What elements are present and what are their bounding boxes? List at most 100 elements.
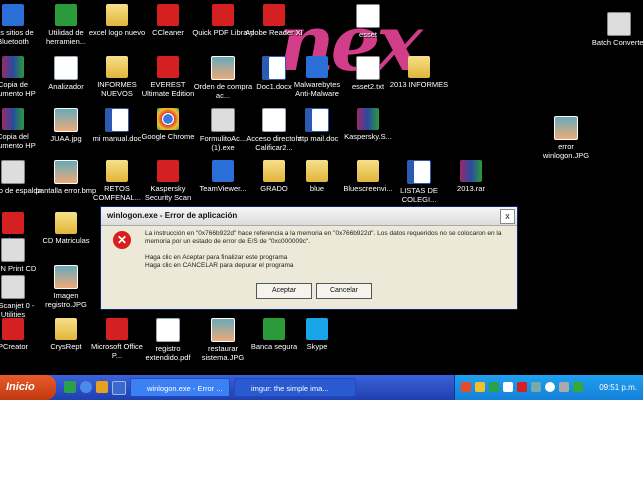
bank-icon	[263, 318, 285, 340]
taskbar: Inicio winlogon.exe - Error ... imgur: t…	[0, 375, 643, 400]
shortcut-icon	[262, 108, 286, 132]
everest-icon	[157, 56, 179, 78]
print-icon	[2, 212, 24, 234]
folder-icon	[106, 56, 128, 78]
chrome-icon	[157, 108, 179, 130]
desktop-icon-label: Batch Converter	[591, 38, 643, 47]
adobe-reader-icon	[263, 4, 285, 26]
folder-icon	[357, 160, 379, 182]
text-file-icon	[356, 4, 380, 28]
rar-icon	[2, 108, 24, 130]
tray-icon[interactable]	[503, 382, 513, 392]
desktop-icon-label: Kaspersky Security Scan	[144, 184, 192, 202]
folder-icon	[106, 4, 128, 26]
folder-icon	[408, 56, 430, 78]
system-tray: 09:51 p.m.	[454, 375, 643, 400]
show-desktop-icon[interactable]	[112, 381, 126, 395]
desktop-icon[interactable]: Kaspersky Security Scan	[137, 160, 199, 202]
desktop-icon[interactable]: EVEREST Ultimate Edition	[137, 56, 199, 98]
kaspersky-icon	[157, 160, 179, 182]
error-icon: ✕	[113, 231, 131, 249]
desktop-icon-label: EVEREST Ultimate Edition	[141, 80, 195, 98]
desktop-icon[interactable]: esset	[337, 4, 399, 39]
tray-icon[interactable]	[461, 382, 471, 392]
image-icon	[554, 116, 578, 140]
dialog-title: winlogon.exe - Error de aplicación	[101, 207, 517, 226]
volume-icon[interactable]	[559, 382, 569, 392]
desktop-icon[interactable]: Google Chrome	[137, 108, 199, 141]
scanner-icon	[1, 275, 25, 299]
utility-icon	[55, 4, 77, 26]
office-icon	[106, 318, 128, 340]
image-icon	[54, 108, 78, 132]
desktop-icon-label: Kaspersky.S...	[344, 132, 392, 141]
ok-button[interactable]: Aceptar	[256, 283, 312, 299]
app-icon	[1, 238, 25, 262]
pdf-icon	[212, 4, 234, 26]
dialog-hint-ok: Haga clic en Aceptar para finalizar este…	[145, 254, 288, 261]
task-imgur[interactable]: imgur: the simple ima...	[234, 378, 356, 397]
desktop-icon[interactable]: 2013.rar	[440, 160, 502, 193]
folder-icon	[263, 160, 285, 182]
desktop-icon[interactable]: registro extendido.pdf	[137, 318, 199, 362]
network-icon[interactable]	[573, 382, 583, 392]
desktop-icon[interactable]: 2013 INFORMES	[388, 56, 450, 89]
ie-icon[interactable]	[80, 381, 92, 393]
desktop-icon[interactable]: Batch Converter	[588, 12, 643, 47]
task-winlogon[interactable]: winlogon.exe - Error ...	[130, 378, 230, 397]
desktop-icon[interactable]: P Scanjet 0 - Utilities	[0, 275, 44, 319]
desktop-icon[interactable]: Skype	[286, 318, 348, 351]
pdf-file-icon	[156, 318, 180, 342]
tray-icon[interactable]	[489, 382, 499, 392]
word-doc-icon	[305, 108, 329, 132]
desktop-icon[interactable]: Kaspersky.S...	[337, 108, 399, 141]
tray-icon[interactable]	[545, 382, 555, 392]
desktop-icon-label: CCleaner	[152, 28, 184, 37]
exe-icon	[211, 108, 235, 132]
skype-icon	[306, 318, 328, 340]
word-doc-icon	[407, 160, 431, 184]
dialog-hint-cancel: Haga clic en CANCELAR para depurar el pr…	[145, 262, 294, 269]
desktop-icon-label: Skype	[306, 342, 328, 351]
image-icon	[54, 265, 78, 289]
bluetooth-icon	[2, 4, 24, 26]
folder-icon	[106, 160, 128, 182]
desktop-icon-label: error winlogon.JPG	[542, 142, 590, 160]
malwarebytes-icon	[306, 56, 328, 78]
tray-icon[interactable]	[531, 382, 541, 392]
desktop-icon-label: 2013 INFORMES	[389, 80, 449, 89]
tray-icon[interactable]	[475, 382, 485, 392]
rar-icon	[357, 108, 379, 130]
close-icon[interactable]: x	[500, 209, 515, 224]
batch-converter-icon	[607, 12, 631, 36]
desktop-icon-label: registro extendido.pdf	[145, 344, 191, 362]
teamviewer-icon	[212, 160, 234, 182]
folder-icon	[306, 160, 328, 182]
desktop-icon[interactable]: error winlogon.JPG	[535, 116, 597, 160]
app-icon	[54, 56, 78, 80]
image-icon	[211, 318, 235, 342]
tray-icon[interactable]	[517, 382, 527, 392]
clock[interactable]: 09:51 p.m.	[599, 375, 637, 400]
cancel-button[interactable]: Cancelar	[316, 283, 372, 299]
ccleaner-icon	[157, 4, 179, 26]
desktop-icon-label: Google Chrome	[141, 132, 195, 141]
image-icon	[211, 56, 235, 80]
start-button[interactable]: Inicio	[0, 375, 56, 400]
desktop-icon-label: Adobe Reader XI	[245, 28, 303, 37]
image-icon	[54, 160, 78, 184]
desktop-icon-label: esset	[359, 30, 377, 39]
media-icon[interactable]	[96, 381, 108, 393]
quick-launch-icon[interactable]	[64, 381, 76, 393]
word-doc-icon	[262, 56, 286, 80]
error-dialog: winlogon.exe - Error de aplicación x ✕ L…	[100, 206, 518, 310]
desktop-icon[interactable]: CCleaner	[137, 4, 199, 37]
desktop-icon-label: 2013.rar	[457, 184, 485, 193]
desktop-icon[interactable]: Adobe Reader XI	[243, 4, 305, 37]
dialog-message: La instrucción en "0x766b922d" hace refe…	[145, 230, 502, 245]
desktop: nex Mis sitios de BluetoothUtilidad de h…	[0, 0, 643, 400]
pdf-icon	[2, 318, 24, 340]
folder-icon	[55, 318, 77, 340]
desktop-icon-label: P Scanjet 0 - Utilities	[0, 301, 35, 319]
rar-icon	[2, 56, 24, 78]
